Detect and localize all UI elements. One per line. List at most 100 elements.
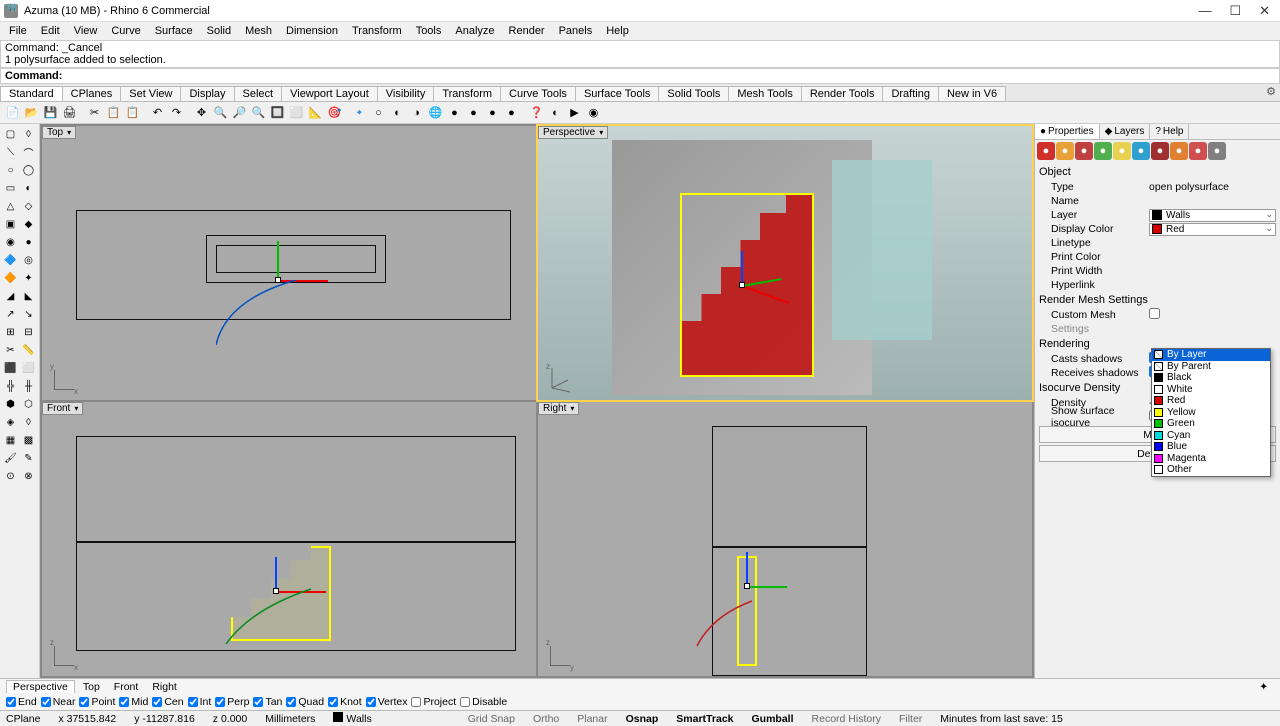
tab-curve-tools[interactable]: Curve Tools	[500, 86, 576, 101]
osnap-quad[interactable]: Quad	[286, 696, 324, 708]
tab-new-in-v6[interactable]: New in V6	[938, 86, 1006, 101]
osnap-cen[interactable]: Cen	[152, 696, 183, 708]
tab-transform[interactable]: Transform	[433, 86, 501, 101]
menu-solid[interactable]: Solid	[201, 24, 237, 38]
status-smarttrack[interactable]: SmartTrack	[676, 713, 733, 725]
tool-button[interactable]: ▩	[20, 432, 37, 449]
tool-button[interactable]: ✎	[20, 450, 37, 467]
tab-viewport-layout[interactable]: Viewport Layout	[281, 86, 378, 101]
tool-button[interactable]: ◊	[20, 126, 37, 143]
menu-surface[interactable]: Surface	[149, 24, 199, 38]
osnap-knot[interactable]: Knot	[328, 696, 362, 708]
color-option-yellow[interactable]: Yellow	[1152, 407, 1270, 419]
menu-file[interactable]: File	[3, 24, 33, 38]
osnap-point[interactable]: Point	[79, 696, 115, 708]
osnap-tan[interactable]: Tan	[253, 696, 282, 708]
tool-button[interactable]: 🔶	[2, 270, 19, 287]
toolbar-button[interactable]: ↷	[168, 104, 185, 121]
tab-drafting[interactable]: Drafting	[882, 86, 939, 101]
tool-button[interactable]: 🖌	[2, 450, 19, 467]
tool-button[interactable]: ⊙	[2, 468, 19, 485]
status-filter[interactable]: Filter	[899, 713, 922, 725]
color-option-by-layer[interactable]: By Layer	[1152, 349, 1270, 361]
menu-panels[interactable]: Panels	[553, 24, 599, 38]
tool-button[interactable]: ◎	[20, 252, 37, 269]
toolbar-button[interactable]: ○	[370, 104, 387, 121]
color-option-black[interactable]: Black	[1152, 372, 1270, 384]
status-layer[interactable]: Walls	[333, 712, 371, 725]
toolbar-button[interactable]: 📂	[23, 104, 40, 121]
toolbar-button[interactable]: 🔎	[231, 104, 248, 121]
color-option-magenta[interactable]: Magenta	[1152, 453, 1270, 465]
menu-render[interactable]: Render	[503, 24, 551, 38]
prop-category-icon[interactable]: ●	[1075, 142, 1093, 160]
tool-button[interactable]: ⬢	[2, 396, 19, 413]
color-dropdown[interactable]: By LayerBy ParentBlackWhiteRedYellowGree…	[1151, 348, 1271, 477]
tool-button[interactable]: ✂	[2, 342, 19, 359]
menu-tools[interactable]: Tools	[410, 24, 448, 38]
prop-category-icon[interactable]: ●	[1113, 142, 1131, 160]
toolbar-button[interactable]: 📐	[307, 104, 324, 121]
tool-button[interactable]: ✦	[20, 270, 37, 287]
vp-tab-front[interactable]: Front	[108, 681, 145, 693]
toolbar-button[interactable]: ●	[503, 104, 520, 121]
prop-category-icon[interactable]: ●	[1037, 142, 1055, 160]
tool-button[interactable]: ◐	[20, 180, 37, 197]
panel-tab-help[interactable]: ?Help	[1150, 124, 1189, 139]
tool-button[interactable]: ◇	[20, 198, 37, 215]
tool-button[interactable]: ↘	[20, 306, 37, 323]
toolbar-button[interactable]: 🎯	[326, 104, 343, 121]
menu-edit[interactable]: Edit	[35, 24, 66, 38]
toolbar-button[interactable]: ↶	[149, 104, 166, 121]
color-option-white[interactable]: White	[1152, 384, 1270, 396]
toolbar-button[interactable]: ●	[484, 104, 501, 121]
tool-button[interactable]: 📏	[20, 342, 37, 359]
tab-cplanes[interactable]: CPlanes	[62, 86, 122, 101]
tool-button[interactable]: ⊗	[20, 468, 37, 485]
close-button[interactable]: ✕	[1259, 3, 1270, 19]
vp-tab-right[interactable]: Right	[146, 681, 183, 693]
tab-select[interactable]: Select	[234, 86, 283, 101]
osnap-int[interactable]: Int	[188, 696, 212, 708]
toolbar-button[interactable]: 📄	[4, 104, 21, 121]
toolbar-button[interactable]: ❓	[528, 104, 545, 121]
status-planar[interactable]: Planar	[577, 713, 607, 725]
tool-button[interactable]: ●	[20, 234, 37, 251]
color-option-by-parent[interactable]: By Parent	[1152, 361, 1270, 373]
tool-button[interactable]: ⬡	[20, 396, 37, 413]
menu-mesh[interactable]: Mesh	[239, 24, 278, 38]
viewport-label-top[interactable]: Top	[42, 126, 76, 139]
menu-dimension[interactable]: Dimension	[280, 24, 344, 38]
vp-tab-top[interactable]: Top	[77, 681, 106, 693]
prop-category-icon[interactable]: ●	[1208, 142, 1226, 160]
tab-visibility[interactable]: Visibility	[377, 86, 435, 101]
tool-button[interactable]: ◉	[2, 234, 19, 251]
color-option-blue[interactable]: Blue	[1152, 441, 1270, 453]
prop-category-icon[interactable]: ●	[1132, 142, 1150, 160]
command-prompt[interactable]: Command:	[0, 68, 1280, 84]
viewport-label-right[interactable]: Right	[538, 402, 579, 415]
tab-solid-tools[interactable]: Solid Tools	[658, 86, 729, 101]
tool-button[interactable]: ◣	[20, 288, 37, 305]
status-gumball[interactable]: Gumball	[752, 713, 794, 725]
tool-button[interactable]: ⊞	[2, 324, 19, 341]
prop-category-icon[interactable]: ●	[1094, 142, 1112, 160]
toolbar-button[interactable]: ●	[446, 104, 463, 121]
tool-button[interactable]: ▭	[2, 180, 19, 197]
gear-icon[interactable]: ⚙	[1266, 85, 1276, 98]
layer-select[interactable]: Walls	[1149, 209, 1276, 222]
tool-button[interactable]: ⊟	[20, 324, 37, 341]
tool-button[interactable]: ⬛	[2, 360, 19, 377]
tool-button[interactable]: ▣	[2, 216, 19, 233]
tool-button[interactable]: ╫	[20, 378, 37, 395]
tool-button[interactable]: ◯	[20, 162, 37, 179]
toolbar-button[interactable]: 🔍	[250, 104, 267, 121]
viewport-label-front[interactable]: Front	[42, 402, 83, 415]
tab-standard[interactable]: Standard	[0, 86, 63, 101]
prop-category-icon[interactable]: ●	[1170, 142, 1188, 160]
tab-render-tools[interactable]: Render Tools	[801, 86, 884, 101]
prop-category-icon[interactable]: ●	[1056, 142, 1074, 160]
tool-button[interactable]: ╬	[2, 378, 19, 395]
osnap-disable[interactable]: Disable	[460, 696, 507, 708]
color-option-cyan[interactable]: Cyan	[1152, 430, 1270, 442]
